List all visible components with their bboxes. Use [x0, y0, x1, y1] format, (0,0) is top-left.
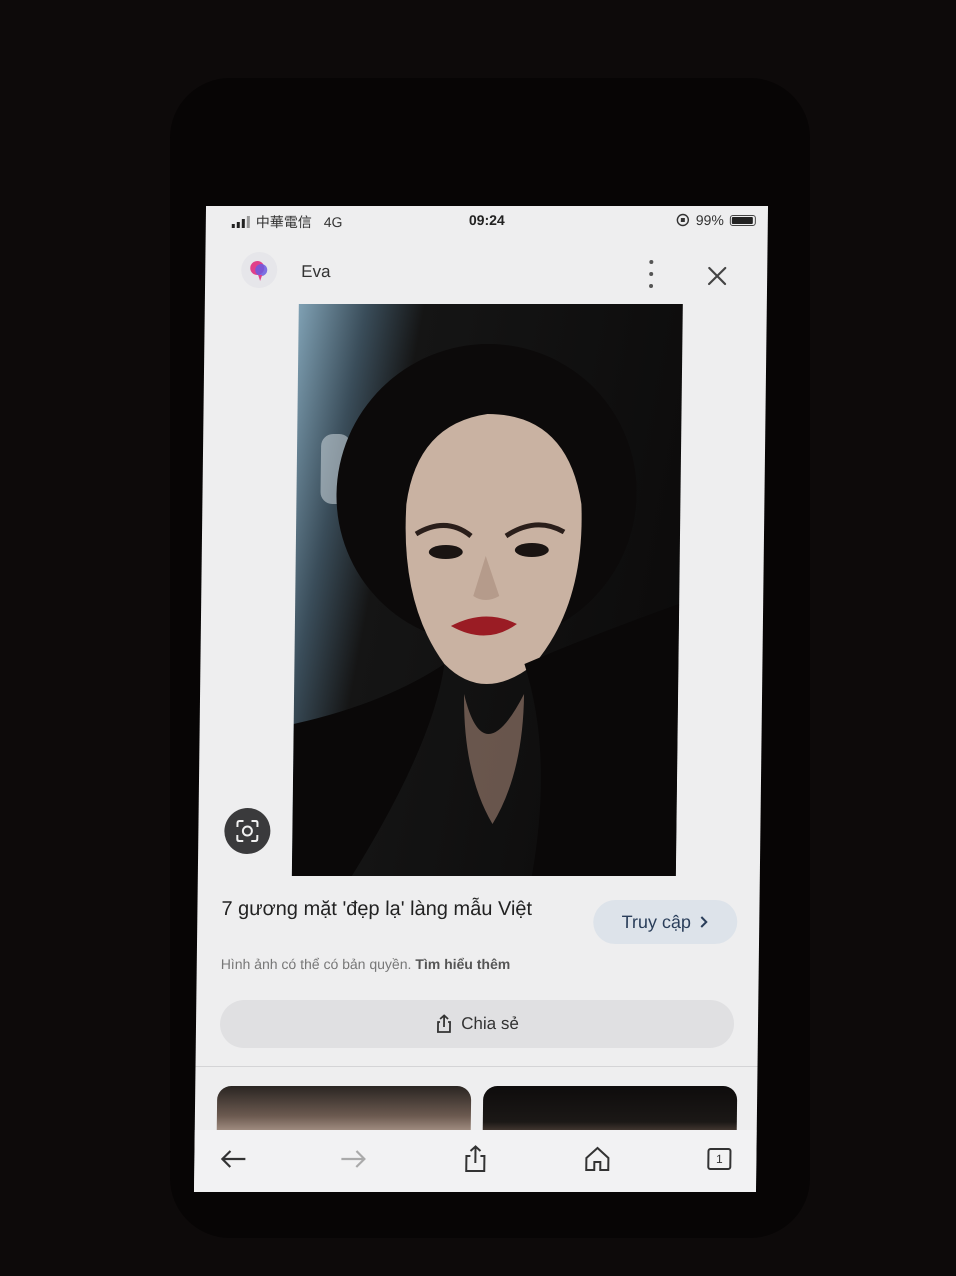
phone-screen: 中華電信 4G 09:24 99% Eva 7 gương mặt 'đẹp l…: [193, 206, 769, 1192]
back-arrow-icon[interactable]: [218, 1144, 248, 1174]
battery-icon: [729, 214, 756, 226]
copyright-notice: Hình ảnh có thể có bản quyền. Tìm hiểu t…: [221, 956, 511, 972]
status-right: 99%: [676, 212, 756, 228]
eva-logo-mark: [250, 261, 268, 281]
tabs-icon[interactable]: 1: [704, 1144, 734, 1174]
visit-button[interactable]: Truy cập: [593, 900, 738, 944]
battery-percent: 99%: [695, 212, 724, 228]
tab-count: 1: [707, 1148, 732, 1170]
status-bar: 中華電信 4G 09:24 99%: [206, 206, 768, 238]
eva-logo-icon[interactable]: [241, 252, 278, 288]
portrait-photo: [291, 344, 680, 876]
page-header: Eva: [205, 242, 768, 302]
share-label: Chia sẻ: [461, 1014, 519, 1033]
home-icon[interactable]: [582, 1144, 612, 1174]
more-vert-icon[interactable]: [641, 260, 661, 288]
share-icon[interactable]: [460, 1144, 490, 1174]
share-button[interactable]: Chia sẻ: [219, 1000, 735, 1048]
close-icon[interactable]: [705, 264, 729, 288]
google-lens-icon[interactable]: [224, 808, 271, 854]
image-title[interactable]: 7 gương mặt 'đẹp lạ' làng mẫu Việt: [221, 896, 541, 923]
visit-label: Truy cập: [621, 911, 692, 932]
forward-arrow-icon[interactable]: [338, 1144, 368, 1174]
share-icon: [437, 1014, 452, 1033]
divider: [195, 1066, 758, 1067]
site-name[interactable]: Eva: [301, 262, 331, 282]
browser-toolbar: 1: [193, 1130, 757, 1192]
lens-glyph: [236, 820, 259, 842]
copyright-text: Hình ảnh có thể có bản quyền.: [220, 956, 412, 972]
learn-more-link[interactable]: Tìm hiểu thêm: [415, 956, 510, 972]
chevron-right-icon: [700, 916, 708, 928]
main-image[interactable]: [291, 304, 683, 876]
orientation-lock-icon: [676, 213, 690, 227]
